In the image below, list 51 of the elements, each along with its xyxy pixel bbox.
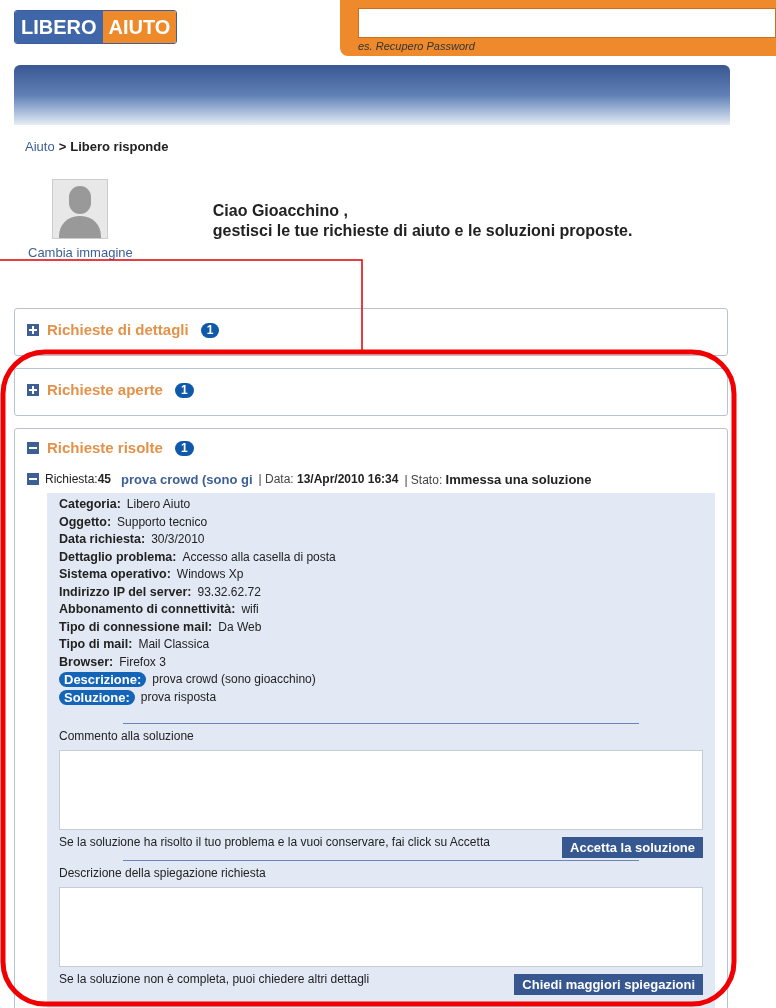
field-label: Indirizzo IP del server: — [59, 583, 192, 601]
field-label: Dettaglio problema: — [59, 548, 177, 566]
collapse-icon[interactable] — [27, 473, 39, 486]
field-value: Mail Classica — [138, 636, 210, 653]
field-label: Browser: — [59, 653, 114, 671]
expand-icon[interactable] — [27, 384, 39, 397]
field-value: Windows Xp — [176, 566, 244, 583]
request-id: Richiesta:45 — [45, 471, 112, 489]
collapse-icon[interactable] — [27, 442, 39, 455]
field-value: prova risposta — [140, 688, 217, 706]
field-tag: Soluzione: — [59, 689, 135, 705]
form-label: Descrizione della spiegazione richiesta — [59, 865, 267, 882]
field-value: Accesso alla casella di posta — [182, 548, 336, 566]
field-value: prova crowd (sono gioacchino) — [152, 671, 316, 688]
field-label: Tipo di connessione mail: — [59, 618, 213, 636]
form-submit-button[interactable]: Accetta la soluzione — [562, 836, 703, 858]
field-value: Libero Aiuto — [126, 496, 191, 513]
field-label: Oggetto: — [59, 513, 112, 531]
field-tag: Descrizione: — [59, 672, 147, 688]
field-label: Tipo di mail: — [59, 636, 133, 653]
form-label: Commento alla soluzione — [59, 728, 195, 745]
libero-aiuto-logo[interactable]: LIBERO AIUTO — [14, 10, 178, 44]
breadcrumb-current: Libero risponde — [70, 138, 169, 156]
form-hint: Se la soluzione non è completa, puoi chiedere altri dettagli — [59, 970, 370, 988]
search-field[interactable] — [358, 8, 776, 38]
field-value: Supporto tecnico — [117, 513, 208, 531]
field-value: Firefox 3 — [119, 653, 166, 671]
change-image-link[interactable]: Cambia immagine — [28, 242, 133, 262]
request-date: | Data: 13/Apr/2010 16:34 — [258, 471, 399, 489]
count-badge: 1 — [174, 440, 194, 456]
field-label: Sistema operativo: — [59, 566, 171, 583]
greeting-text: Ciao Gioacchino , — [212, 200, 349, 221]
search-hint: es. Recupero Password — [358, 39, 476, 54]
request-status: | Stato: Immessa una soluzione — [404, 470, 592, 489]
breadcrumb-separator: > — [58, 138, 67, 156]
field-value: wifi — [241, 601, 259, 618]
field-label: Categoria: — [59, 496, 121, 513]
field-value: 30/3/2010 — [151, 531, 205, 548]
count-badge: 1 — [174, 382, 194, 398]
field-label: Abbonamento di connettività: — [59, 601, 236, 618]
expand-icon[interactable] — [27, 324, 39, 337]
form-hint: Se la soluzione ha risolto il tuo problema e la vuoi conservare, fai click su Accetta — [59, 833, 490, 851]
field-value: Da Web — [218, 618, 262, 636]
breadcrumb-link[interactable]: Aiuto — [25, 137, 55, 157]
avatar-silhouette — [52, 178, 109, 239]
field-label: Data richiesta: — [59, 531, 146, 548]
form-submit-button[interactable]: Chiedi maggiori spiegazioni — [514, 973, 703, 995]
field-value: 93.32.62.72 — [197, 583, 261, 601]
greeting-subtitle: gestisci le tue richieste di aiuto e le soluzioni proposte. — [212, 220, 633, 241]
count-badge: 1 — [200, 322, 220, 338]
request-subject-link[interactable]: prova crowd (sono gi — [121, 469, 253, 489]
